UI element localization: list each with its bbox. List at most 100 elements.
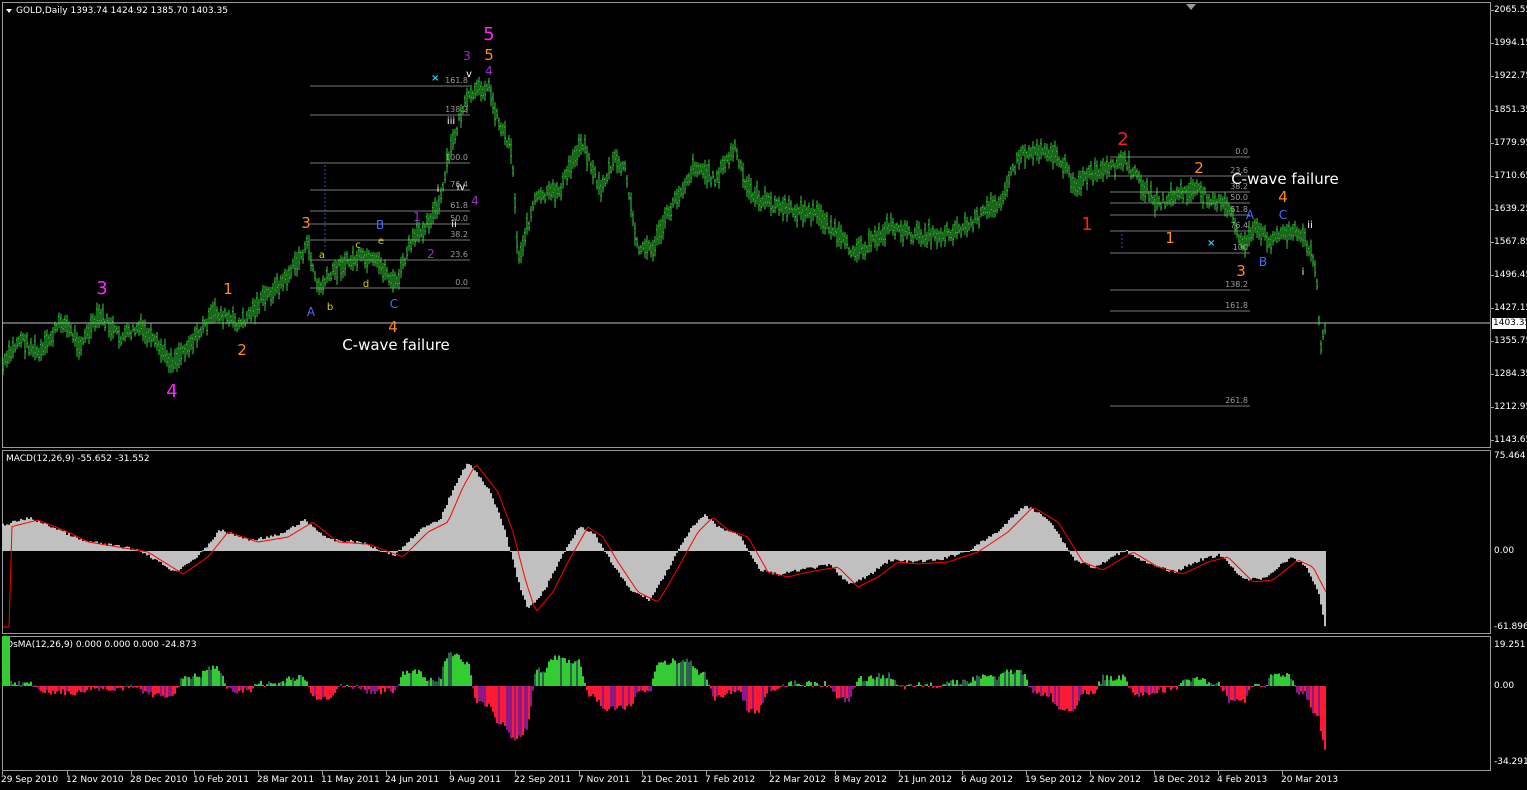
macd-histogram-bar: [640, 551, 642, 596]
macd-histogram-bar: [188, 551, 190, 564]
osma-histogram-bar: [552, 660, 554, 686]
price-bar: [728, 151, 730, 169]
price-bar: [396, 275, 398, 288]
price-pane[interactable]: GOLD,Daily 1393.74 1424.92 1385.70 1403.…: [0, 0, 1527, 448]
date-axis-tick: [1218, 771, 1219, 775]
osma-histogram-bar: [528, 686, 530, 720]
macd-signal-line: [3, 464, 1327, 628]
macd-histogram-bar: [1068, 550, 1070, 552]
macd-histogram-bar: [1300, 551, 1302, 562]
osma-histogram-bar: [462, 661, 464, 686]
osma-histogram-bar: [914, 686, 916, 687]
macd-histogram-bar: [526, 551, 528, 607]
macd-histogram-bar: [896, 551, 898, 560]
wave-label: 5: [483, 24, 494, 45]
price-bar: [968, 221, 970, 231]
macd-axis-label: 75.464: [1494, 451, 1526, 461]
osma-histogram-bar: [1114, 680, 1116, 686]
osma-histogram-bar: [208, 666, 210, 686]
osma-histogram-bar: [394, 686, 396, 691]
macd-histogram-bar: [914, 551, 916, 562]
osma-histogram-bar: [240, 686, 242, 690]
price-bar: [666, 204, 668, 220]
price-bar: [1154, 194, 1156, 218]
price-bar: [1004, 181, 1006, 200]
osma-histogram-bar: [1094, 686, 1096, 694]
osma-histogram-bar: [1274, 673, 1276, 686]
osma-histogram-bar: [58, 686, 60, 691]
macd-chart[interactable]: [0, 450, 1490, 634]
macd-histogram-bar: [228, 533, 230, 551]
price-bar: [8, 340, 10, 365]
osma-histogram-bar: [622, 686, 624, 709]
price-bar: [1178, 187, 1180, 201]
price-bar: [712, 170, 714, 179]
osma-histogram-bar: [264, 686, 266, 687]
price-bar: [10, 346, 12, 362]
osma-histogram-bar: [146, 686, 148, 693]
osma-pane[interactable]: OsMA(12,26,9) 0.000 0.000 0.000 -24.873 …: [0, 636, 1527, 771]
osma-histogram-bar: [326, 686, 328, 700]
price-bar: [548, 181, 550, 200]
osma-histogram-bar: [934, 686, 936, 687]
osma-histogram-bar: [1032, 686, 1034, 694]
osma-histogram-bar: [1268, 678, 1270, 686]
osma-histogram-bar: [402, 671, 404, 686]
macd-histogram-bar: [202, 550, 204, 552]
macd-histogram-bar: [570, 540, 572, 551]
osma-histogram-bar: [286, 678, 288, 686]
price-bar: [706, 163, 708, 189]
macd-histogram-bar: [222, 529, 224, 551]
price-bar: [98, 304, 100, 328]
osma-histogram-bar: [498, 686, 500, 725]
osma-histogram-bar: [278, 682, 280, 686]
price-bar: [12, 336, 14, 359]
macd-histogram-bar: [448, 497, 450, 551]
price-bar: [20, 331, 22, 348]
price-chart[interactable]: 161.8138.2100.076.461.850.038.223.60.00.…: [0, 0, 1490, 448]
osma-histogram-bar: [1024, 674, 1026, 686]
macd-histogram-bar: [412, 538, 414, 551]
macd-histogram-bar: [740, 536, 742, 551]
macd-histogram-bar: [836, 551, 838, 573]
osma-histogram-bar: [1186, 679, 1188, 686]
price-bar: [266, 286, 268, 301]
price-bar: [1054, 140, 1056, 164]
price-bar: [470, 84, 472, 103]
price-bar: [1058, 156, 1060, 168]
osma-histogram-bar: [384, 686, 386, 693]
price-bar: [1176, 186, 1178, 200]
price-bar: [776, 197, 778, 209]
macd-histogram-bar: [350, 539, 352, 551]
macd-histogram-bar: [1274, 551, 1276, 571]
macd-histogram-bar: [362, 544, 364, 551]
osma-histogram-bar: [388, 686, 390, 689]
osma-histogram-bar: [44, 686, 46, 694]
date-axis-label: 20 Mar 2013: [1281, 775, 1339, 785]
osma-chart[interactable]: [0, 636, 1490, 771]
macd-histogram-bar: [588, 531, 590, 551]
price-bar: [1306, 240, 1308, 257]
macd-histogram-bar: [1028, 508, 1030, 551]
price-bar: [1014, 164, 1016, 176]
macd-histogram-bar: [1070, 551, 1072, 555]
price-bar: [1216, 198, 1218, 212]
osma-histogram-bar: [878, 673, 880, 686]
macd-histogram-bar: [862, 551, 864, 578]
macd-histogram-bar: [868, 551, 870, 576]
macd-histogram-bar: [908, 551, 910, 561]
osma-histogram-bar: [200, 677, 202, 686]
macd-pane[interactable]: MACD(12,26,9) -55.652 -31.552 75.464 0.00…: [0, 450, 1527, 634]
price-bar: [722, 155, 724, 175]
price-bar: [982, 204, 984, 217]
osma-histogram-bar: [448, 652, 450, 686]
price-bar: [1070, 173, 1072, 194]
price-bar: [1020, 146, 1022, 164]
price-bar: [678, 185, 680, 208]
osma-histogram-bar: [390, 686, 392, 692]
macd-histogram-bar: [176, 551, 178, 572]
macd-histogram-bar: [294, 526, 296, 551]
price-bar: [802, 204, 804, 228]
price-bar: [182, 345, 184, 355]
macd-histogram-bar: [1242, 551, 1244, 579]
